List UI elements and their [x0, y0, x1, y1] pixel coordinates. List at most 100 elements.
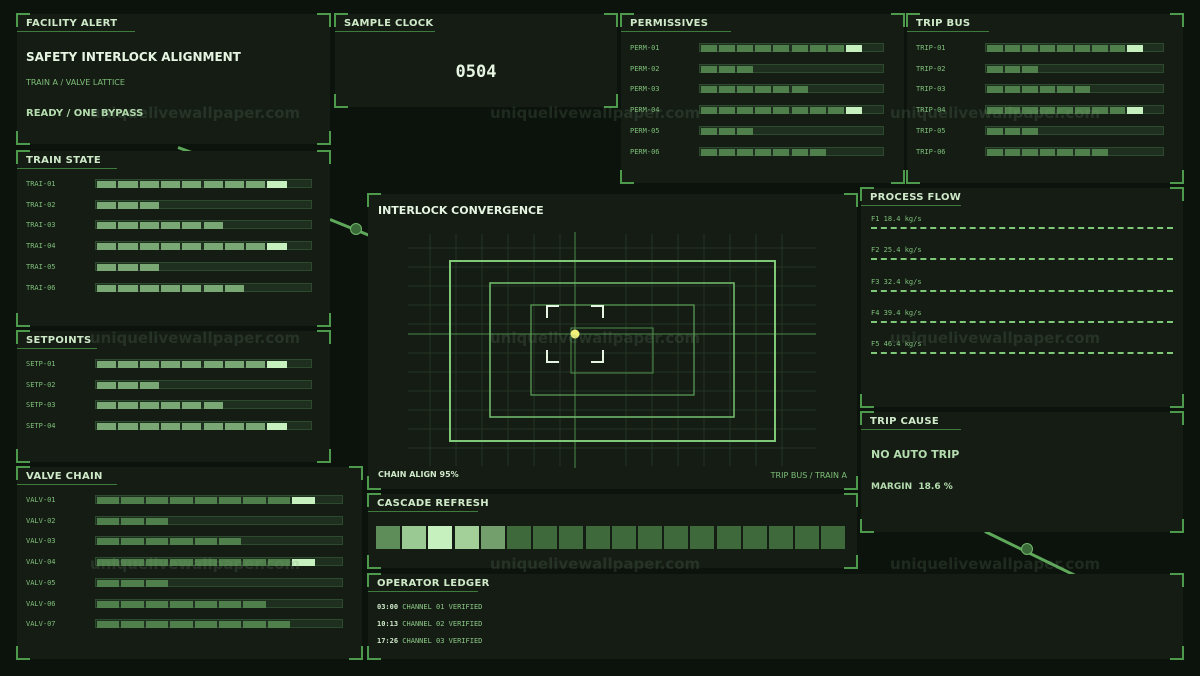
meter-segment — [182, 422, 202, 430]
meter-segment — [182, 243, 202, 251]
meter-segment — [1057, 107, 1073, 115]
connector-node — [350, 223, 362, 235]
meter-segment — [194, 600, 217, 608]
meter-segment — [267, 361, 287, 368]
meter-segment — [97, 284, 117, 292]
meter-segment — [118, 422, 138, 430]
cascade-cell — [611, 526, 636, 549]
meter-segment — [97, 621, 120, 629]
meter-segment — [97, 381, 117, 389]
row-label: VALV-02 — [26, 516, 56, 525]
meter-segment — [773, 148, 790, 156]
meter-segment — [1004, 148, 1020, 156]
meter-segment — [292, 497, 315, 504]
panel-title: TRIP BUS — [916, 18, 971, 29]
trip-cause-margin: MARGIN 18.6 % — [871, 482, 953, 492]
row-label: TRAI-06 — [26, 283, 56, 292]
meter-track — [95, 241, 312, 251]
ring-outer — [449, 260, 776, 442]
meter-segment — [145, 517, 169, 525]
meter-segment — [139, 284, 159, 292]
meter-segment — [809, 107, 826, 115]
meter-segment — [1074, 86, 1090, 94]
meter-segment — [1109, 45, 1125, 52]
meter-segment — [1004, 65, 1020, 73]
meter-segment — [719, 65, 736, 73]
meter-segment — [182, 181, 202, 188]
meter-segment — [1039, 107, 1055, 115]
panel-title: FACILITY ALERT — [26, 18, 118, 29]
meter-segment — [1109, 107, 1125, 115]
meter-segment — [701, 127, 718, 135]
row-label: PERM-04 — [630, 106, 660, 115]
meter-segment — [97, 538, 120, 546]
meter-segment — [987, 148, 1003, 156]
meter-segment — [219, 559, 242, 567]
meter-segment — [719, 148, 736, 156]
meter-segment — [97, 243, 117, 251]
sample-clock-panel: SAMPLE CLOCK 0504 — [334, 13, 618, 108]
meter-segment — [773, 86, 790, 94]
chain-align-label: CHAIN ALIGN 95% — [378, 470, 459, 479]
meter-segment — [194, 497, 217, 504]
meter-segment — [118, 181, 138, 188]
meter-segment — [243, 621, 266, 629]
meter-segment — [719, 107, 736, 115]
meter-segment — [1092, 107, 1108, 115]
flow-line — [871, 352, 1173, 355]
clock-value: 0504 — [455, 62, 497, 82]
trip-cause-status: NO AUTO TRIP — [871, 448, 960, 461]
meter-segment — [1039, 148, 1055, 156]
row-label: TRIP-05 — [916, 126, 946, 135]
meter-segment — [145, 538, 169, 546]
meter-track — [95, 598, 343, 608]
cascade-cell — [664, 526, 689, 549]
row-label: PERM-02 — [630, 64, 660, 73]
meter-segment — [97, 222, 117, 230]
connector-line — [984, 530, 1081, 579]
meter-track — [985, 43, 1164, 52]
meter-segment — [224, 181, 245, 188]
setpoints-panel: SETPOINTS SETP-01 SETP-02 SETP-03 SETP-04 — [16, 330, 331, 463]
meter-segment — [160, 243, 181, 251]
meter-segment — [987, 45, 1003, 52]
meter-segment — [219, 621, 242, 629]
meter-segment — [292, 559, 315, 567]
row-label: SETP-03 — [26, 401, 56, 409]
trip-cause-panel: TRIP CAUSE NO AUTO TRIP MARGIN 18.6 % — [860, 411, 1184, 533]
ledger-time: 03:00 — [377, 603, 399, 611]
meter-track — [985, 84, 1164, 94]
meter-segment — [203, 284, 223, 292]
meter-segment — [182, 402, 202, 409]
meter-segment — [701, 45, 718, 52]
meter-segment — [791, 45, 808, 52]
row-label: VALV-01 — [26, 496, 56, 504]
meter-segment — [224, 361, 245, 368]
meter-segment — [145, 579, 169, 587]
meter-segment — [1057, 45, 1073, 52]
meter-segment — [987, 65, 1003, 73]
meter-segment — [118, 284, 138, 292]
ring-inner — [570, 327, 654, 374]
meter-segment — [145, 600, 169, 608]
ledger-text: CHANNEL 02 VERIFIED — [402, 620, 483, 628]
cascade-cell — [716, 526, 741, 549]
permissives-panel: PERMISSIVES PERM-01 PERM-02 PERM-03 PERM-04… — [620, 13, 905, 184]
row-label: SETP-04 — [26, 421, 56, 430]
meter-segment — [182, 222, 202, 230]
meter-segment — [773, 107, 790, 115]
meter-segment — [246, 361, 266, 368]
flow-line — [871, 258, 1173, 261]
grid — [408, 234, 816, 466]
meter-segment — [203, 361, 223, 368]
meter-track — [699, 105, 884, 115]
meter-segment — [203, 402, 223, 409]
meter-segment — [224, 422, 245, 430]
cascade-cell — [742, 526, 767, 549]
cascade-refresh-panel: CASCADE REFRESH — [367, 493, 858, 569]
meter-segment — [170, 600, 193, 608]
meter-segment — [224, 243, 245, 251]
row-label: VALV-06 — [26, 599, 56, 608]
meter-segment — [219, 497, 242, 504]
meter-segment — [246, 243, 266, 251]
